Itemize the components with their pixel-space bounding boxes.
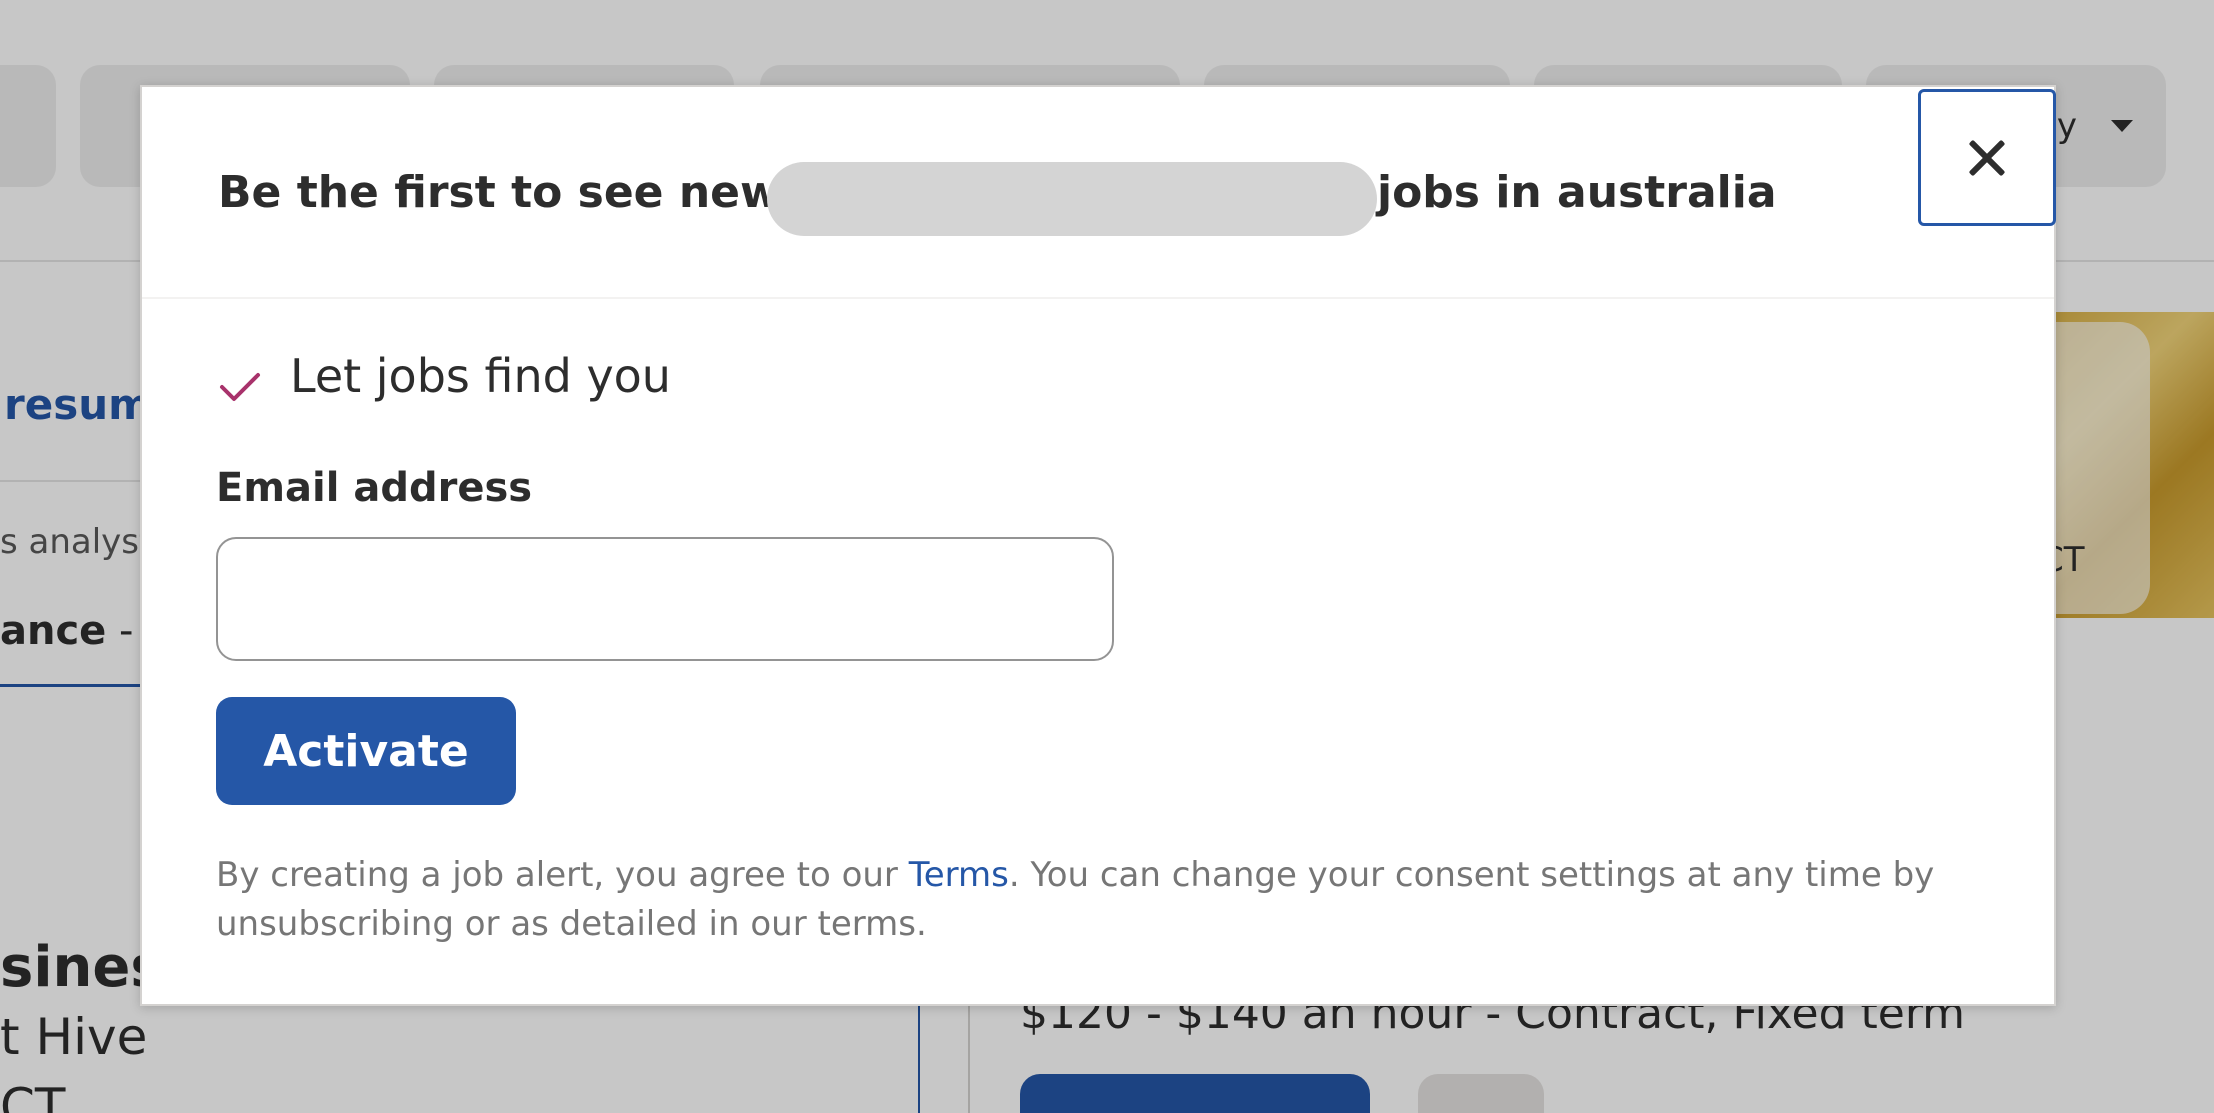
close-icon [1967, 138, 2007, 178]
activate-button[interactable]: Activate [216, 697, 516, 805]
modal-header: Be the first to see new jobs in australi… [142, 87, 2056, 299]
terms-link[interactable]: Terms [909, 855, 1009, 895]
job-alert-modal: Be the first to see new jobs in australi… [140, 85, 2056, 1006]
redacted-search-term [767, 162, 1377, 236]
modal-title-suffix: jobs in australia [1377, 167, 1777, 218]
modal-title: Be the first to see new [218, 167, 781, 218]
close-button[interactable] [1918, 89, 2056, 226]
email-field[interactable] [216, 537, 1114, 661]
email-label: Email address [216, 465, 533, 511]
benefit-item: Let jobs find you [290, 349, 671, 403]
check-icon [220, 373, 260, 401]
terms-notice: By creating a job alert, you agree to ou… [216, 851, 1996, 949]
terms-prefix: By creating a job alert, you agree to ou… [216, 855, 909, 895]
